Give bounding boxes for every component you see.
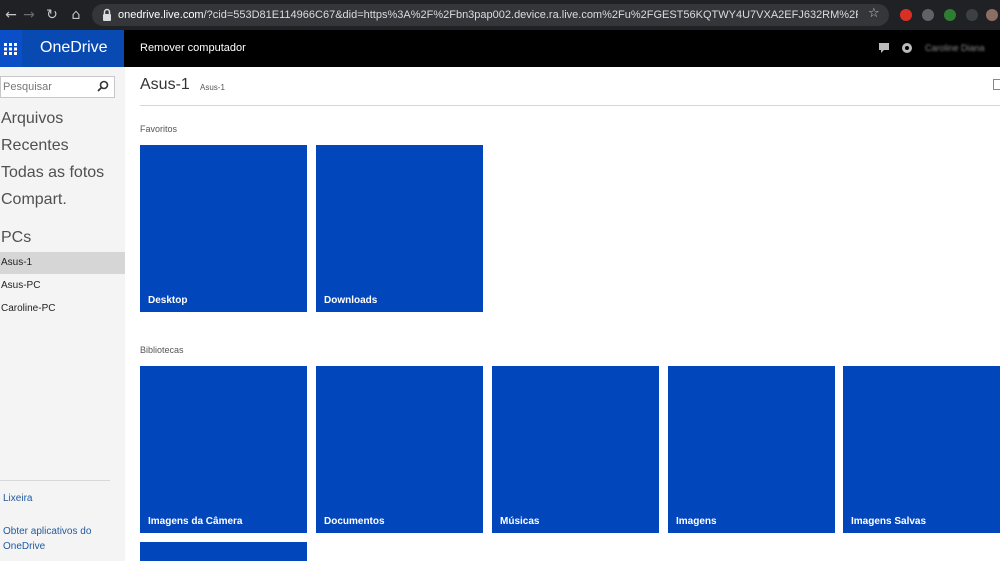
app-launcher-button[interactable] bbox=[0, 30, 22, 67]
nav-files[interactable]: Arquivos bbox=[1, 110, 63, 128]
tile-label: Desktop bbox=[148, 295, 188, 306]
search-input[interactable] bbox=[1, 78, 91, 93]
divider bbox=[140, 105, 1000, 106]
tile-label: Imagens Salvas bbox=[851, 516, 927, 527]
sidebar-item-asus-pc[interactable]: Asus-PC bbox=[0, 275, 125, 297]
home-icon[interactable]: ⌂ bbox=[67, 6, 85, 24]
search-icon[interactable] bbox=[97, 80, 109, 92]
forward-icon[interactable]: → bbox=[20, 6, 38, 24]
folder-tile-pictures[interactable]: Imagens bbox=[668, 366, 835, 533]
onedrive-brand[interactable]: OneDrive bbox=[22, 30, 124, 67]
waffle-icon bbox=[4, 43, 17, 55]
pcs-heading: PCs bbox=[1, 229, 32, 246]
divider bbox=[0, 480, 110, 481]
tile-label: Músicas bbox=[500, 516, 540, 527]
sidebar-item-caroline-pc[interactable]: Caroline-PC bbox=[0, 298, 125, 320]
get-apps-link[interactable]: Obter aplicativos do OneDrive bbox=[3, 524, 113, 554]
nav-recent[interactable]: Recentes bbox=[1, 137, 69, 155]
folder-tile-downloads[interactable]: Downloads bbox=[316, 145, 483, 312]
sidebar-item-asus-1[interactable]: Asus-1 bbox=[0, 252, 125, 274]
user-name[interactable]: Caroline Diana bbox=[925, 43, 985, 53]
breadcrumb[interactable]: Asus-1 bbox=[200, 83, 225, 92]
tile-label: Documentos bbox=[324, 516, 385, 527]
folder-tile-music[interactable]: Músicas bbox=[492, 366, 659, 533]
profile-avatar[interactable] bbox=[986, 9, 998, 21]
tile-label: Downloads bbox=[324, 295, 378, 306]
page-title: Asus-1 bbox=[140, 76, 190, 93]
reload-icon[interactable]: ↻ bbox=[43, 6, 61, 24]
nav-shared[interactable]: Compart. bbox=[1, 191, 67, 209]
folder-tile-camera-roll[interactable]: Imagens da Câmera bbox=[140, 366, 307, 533]
back-icon[interactable]: ← bbox=[2, 6, 20, 24]
search-box[interactable] bbox=[0, 76, 115, 98]
tile-label: Imagens da Câmera bbox=[148, 516, 243, 527]
app-name: OneDrive bbox=[40, 39, 108, 56]
folder-tile-documents[interactable]: Documentos bbox=[316, 366, 483, 533]
folder-tile-saved-pictures[interactable]: Imagens Salvas bbox=[843, 366, 1000, 533]
header-icons bbox=[879, 43, 912, 53]
settings-gear-icon[interactable] bbox=[902, 43, 912, 53]
lock-icon bbox=[103, 8, 111, 21]
extension-icon[interactable] bbox=[922, 9, 934, 21]
details-pane-icon[interactable] bbox=[993, 79, 1000, 90]
extension-icon[interactable] bbox=[944, 9, 956, 21]
feedback-icon[interactable] bbox=[879, 43, 889, 53]
recycle-bin-link[interactable]: Lixeira bbox=[3, 493, 32, 504]
remove-computer-button[interactable]: Remover computador bbox=[140, 42, 246, 54]
extension-icon[interactable] bbox=[966, 9, 978, 21]
libraries-heading: Bibliotecas bbox=[140, 345, 184, 355]
bookmark-star-icon[interactable]: ☆ bbox=[868, 6, 880, 21]
nav-all-photos[interactable]: Todas as fotos bbox=[1, 164, 104, 182]
url-text: onedrive.live.com/?cid=553D81E114966C67&… bbox=[118, 9, 858, 21]
folder-tile[interactable] bbox=[140, 542, 307, 561]
favorites-heading: Favoritos bbox=[140, 124, 178, 134]
extension-icon[interactable] bbox=[900, 9, 912, 21]
folder-tile-desktop[interactable]: Desktop bbox=[140, 145, 307, 312]
tile-label: Imagens bbox=[676, 516, 717, 527]
